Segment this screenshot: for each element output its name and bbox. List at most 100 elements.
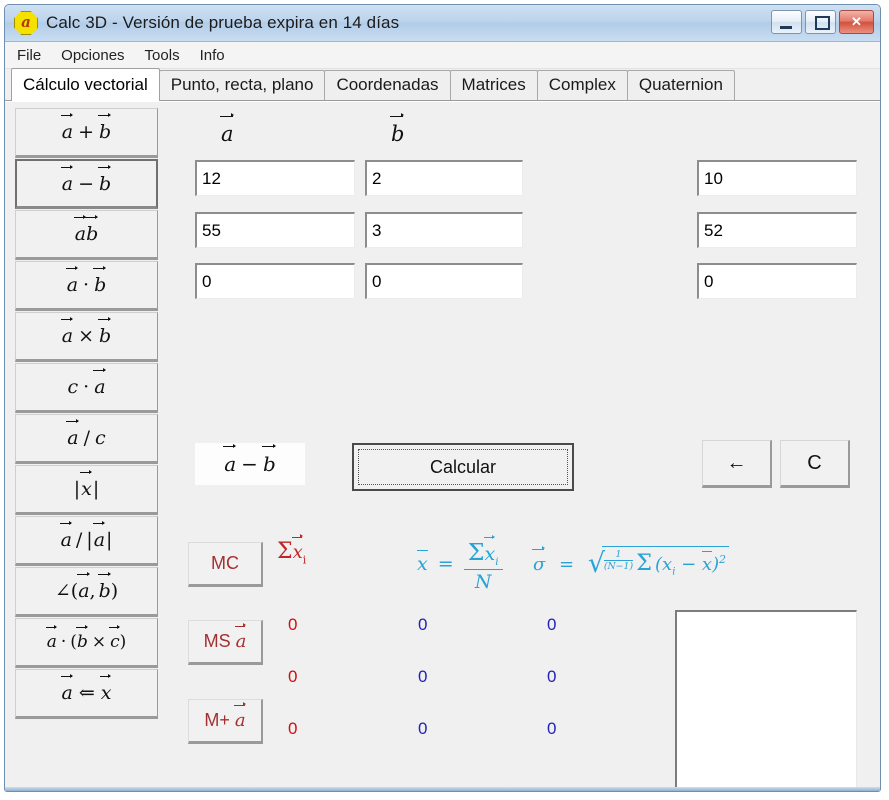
app-icon-glyph: a <box>21 13 31 31</box>
op-operand-x: x <box>99 674 112 704</box>
mean-value-z: 0 <box>418 719 428 738</box>
sigma-exponent: 2 <box>719 552 726 566</box>
op-operand-a: a <box>60 674 74 704</box>
sigma-body-minus: − <box>675 553 702 575</box>
op-button-triple-product[interactable]: a · ( b × c ) <box>15 618 158 668</box>
vector-b-z-input[interactable]: 0 <box>365 263 523 299</box>
op-operand-b: b <box>75 624 88 652</box>
op-operand-c: c <box>95 427 106 449</box>
vector-a-icon: a <box>14 11 38 35</box>
op-operand-a: a <box>60 164 74 195</box>
title-bar[interactable]: a Calc 3D - Versión de prueba expira en … <box>5 5 880 42</box>
op-symbol: / <box>75 529 83 551</box>
mean-numerator: Σxi <box>463 535 503 570</box>
op-operand-a: a <box>77 572 90 602</box>
paren-open: ( <box>70 580 79 602</box>
op-symbol: · <box>83 274 90 296</box>
op-button-a-assign-x[interactable]: a ⇐ x <box>15 669 158 719</box>
op-operand-b: b <box>97 572 111 602</box>
result-z-field[interactable]: 0 <box>697 263 857 299</box>
tab-quaternion[interactable]: Quaternion <box>626 70 735 100</box>
memory-store-button[interactable]: MS a <box>188 620 263 665</box>
vector-a-y-input[interactable]: 55 <box>195 212 355 248</box>
op-operand-a: a <box>60 317 74 347</box>
op-operand-a: a <box>93 368 106 398</box>
op-operand-c: c <box>67 376 79 398</box>
angle-icon: ∠ <box>54 580 71 602</box>
sigma-equals: = <box>559 553 575 575</box>
operation-button-list: a + b a − b a b a · b a × b c · a a / c … <box>15 108 158 720</box>
bar-left: | <box>73 478 81 500</box>
op-button-a-dot-b[interactable]: a · b <box>15 261 158 311</box>
result-x-field[interactable]: 10 <box>697 160 857 196</box>
op-operand-a: a <box>65 266 79 296</box>
op-button-a-minus-b[interactable]: a − b <box>15 159 158 209</box>
memory-store-vector: a <box>234 623 247 652</box>
vector-a-x-input[interactable]: 12 <box>195 160 355 196</box>
sigma-formula: σ = √ 1 (N−1) Σ (xi − x)2 <box>531 546 729 578</box>
menu-item-tools[interactable]: Tools <box>145 45 192 66</box>
paren-close: ) <box>110 580 119 602</box>
vector-b-y-input[interactable]: 3 <box>365 212 523 248</box>
maximize-button[interactable] <box>805 10 836 34</box>
menu-item-opciones[interactable]: Opciones <box>61 45 136 66</box>
mean-value-y: 0 <box>418 667 428 686</box>
op-button-angle-a-b[interactable]: ∠ ( a , b ) <box>15 567 158 617</box>
comma: , <box>89 580 96 602</box>
back-button[interactable]: ← <box>702 440 772 488</box>
op-symbol: − <box>78 172 95 195</box>
tab-calculo-vectorial[interactable]: Cálculo vectorial <box>11 68 160 101</box>
sum-value-x: 0 <box>288 615 298 634</box>
op-button-a-plus-b[interactable]: a + b <box>15 108 158 158</box>
mean-fraction: Σxi N <box>463 535 503 593</box>
vector-b-x-input[interactable]: 2 <box>365 160 523 196</box>
result-list-box[interactable] <box>675 610 857 791</box>
app-window: a Calc 3D - Versión de prueba expira en … <box>4 4 881 792</box>
sigma-icon: Σ <box>467 538 485 566</box>
op-button-c-times-a[interactable]: c · a <box>15 363 158 413</box>
op-button-a-cross-b[interactable]: a × b <box>15 312 158 362</box>
current-op-operand-a: a <box>223 443 237 476</box>
op-operand-c: c <box>109 624 120 652</box>
close-button[interactable]: ✕ <box>839 10 874 34</box>
op-operand-x: x <box>80 470 92 500</box>
sum-subscript: i <box>302 553 307 567</box>
mean-formula: x = Σxi N <box>417 535 503 593</box>
window-controls: ✕ <box>771 10 874 34</box>
memory-add-label: M+ <box>204 710 230 730</box>
sum-value-y: 0 <box>288 667 298 686</box>
tab-complex[interactable]: Complex <box>536 70 628 100</box>
bar-right: | <box>92 478 100 500</box>
menu-item-file[interactable]: File <box>17 45 53 66</box>
op-button-norm-x[interactable]: | x | <box>15 465 158 515</box>
op-operand-a: a <box>73 215 87 245</box>
window-title: Calc 3D - Versión de prueba expira en 14… <box>46 13 400 32</box>
maximize-icon <box>815 16 830 30</box>
clear-button[interactable]: C <box>780 440 850 488</box>
vector-a-z-input[interactable]: 0 <box>195 263 355 299</box>
memory-clear-button[interactable]: MC <box>188 542 263 587</box>
current-op-symbol: − <box>241 452 258 476</box>
tab-punto-recta-plano[interactable]: Punto, recta, plano <box>158 70 326 100</box>
window-bottom-edge <box>5 787 880 791</box>
minimize-button[interactable] <box>771 10 802 34</box>
op-symbol: / <box>83 427 91 449</box>
focus-ring <box>358 449 568 485</box>
result-y-field[interactable]: 52 <box>697 212 857 248</box>
assign-arrow-icon: ⇐ <box>78 682 95 704</box>
memory-add-button[interactable]: M+ a <box>188 699 263 744</box>
minimize-icon <box>780 26 792 29</box>
menu-item-info[interactable]: Info <box>200 45 237 66</box>
op-operand-b: b <box>98 113 112 143</box>
op-symbol-dot: · <box>60 632 67 652</box>
tab-matrices[interactable]: Matrices <box>449 70 538 100</box>
op-button-a-over-c[interactable]: a / c <box>15 414 158 464</box>
op-button-a-over-norm-a[interactable]: a / | a | <box>15 516 158 566</box>
calculate-button[interactable]: Calcular <box>352 443 574 491</box>
sum-value-z: 0 <box>288 719 298 738</box>
op-operand-b: b <box>85 215 99 245</box>
label-vector-a: a <box>220 113 234 146</box>
tab-coordenadas[interactable]: Coordenadas <box>324 70 451 100</box>
op-operand-b: b <box>98 164 112 195</box>
op-button-ab[interactable]: a b <box>15 210 158 260</box>
